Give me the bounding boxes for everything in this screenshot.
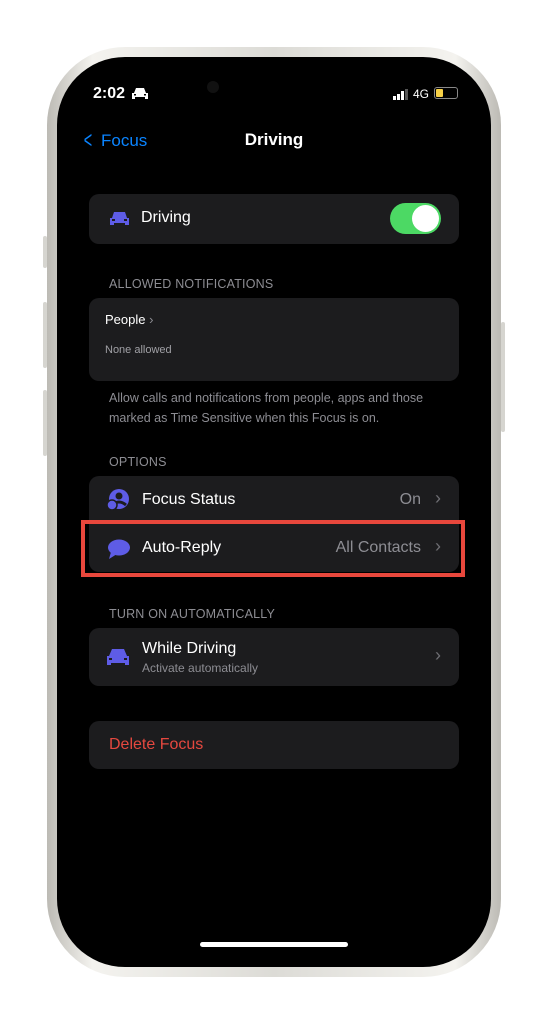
people-card[interactable]: People › None allowed: [89, 298, 459, 381]
power-button: [501, 322, 505, 432]
focus-status-row[interactable]: Focus Status On ›: [89, 476, 459, 524]
focus-status-value: On: [399, 491, 421, 508]
network-label: 4G: [413, 87, 430, 101]
status-time: 2:02: [93, 85, 126, 102]
focus-label: Driving: [141, 209, 191, 226]
focus-status-icon: [106, 489, 129, 511]
car-icon: [132, 88, 148, 99]
home-indicator[interactable]: [200, 942, 348, 947]
allowed-footer: Allow calls and notifications from peopl…: [109, 391, 424, 425]
chevron-right-icon: ›: [435, 645, 441, 665]
allowed-header: ALLOWED NOTIFICATIONS: [109, 277, 274, 291]
page-title: Driving: [244, 130, 304, 149]
screen: 2:02 4G < Focus Driving Driving ALLOWED …: [57, 57, 491, 967]
car-icon: [107, 649, 129, 665]
focus-status-label: Focus Status: [142, 491, 236, 508]
delete-focus-label: Delete Focus: [109, 736, 204, 753]
people-value: None allowed: [105, 344, 172, 356]
options-header: OPTIONS: [109, 455, 167, 469]
auto-header: TURN ON AUTOMATICALLY: [109, 607, 276, 621]
battery-icon: [434, 87, 458, 99]
while-driving-row[interactable]: While Driving Activate automatically ›: [89, 628, 459, 686]
while-driving-sub: Activate automatically: [142, 661, 259, 675]
delete-focus-button[interactable]: Delete Focus: [89, 721, 459, 769]
camera: [207, 81, 219, 93]
driving-toggle[interactable]: [390, 203, 441, 234]
chevron-right-icon: ›: [435, 488, 441, 508]
highlight-box: [81, 520, 465, 577]
while-driving-label: While Driving: [142, 640, 237, 657]
signal-icon: [393, 89, 408, 100]
people-label: People ›: [105, 312, 154, 327]
focus-toggle-row: Driving: [89, 194, 459, 244]
car-icon: [110, 212, 129, 225]
